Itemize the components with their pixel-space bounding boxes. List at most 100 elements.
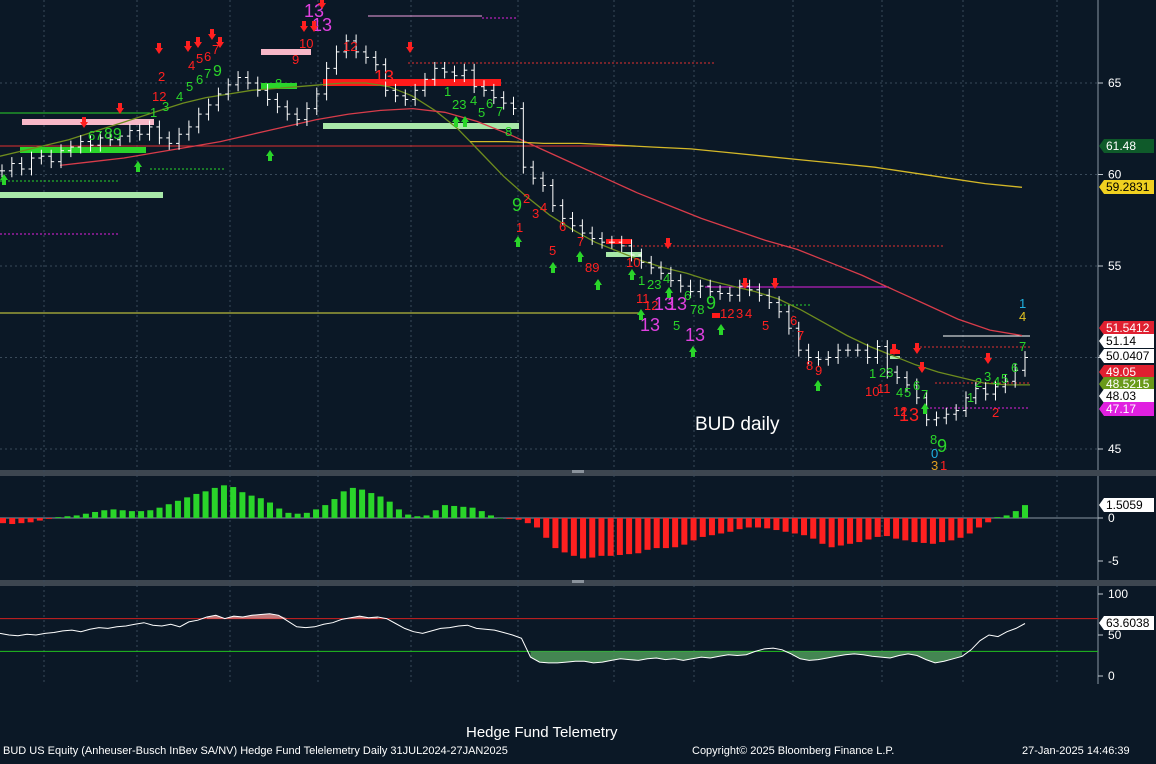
histogram-bar	[1012, 511, 1019, 518]
histogram-bar	[782, 518, 789, 532]
count-oct31-9: 9	[512, 195, 522, 215]
count-oct-5: 5	[478, 105, 485, 120]
histogram-bar	[64, 516, 71, 518]
count-nov-3: 3	[532, 206, 539, 221]
count-jan-3b: 3	[984, 369, 991, 384]
histogram-bar	[147, 510, 154, 518]
lightgreen-bar-aug	[0, 192, 163, 198]
green-bar-aug	[20, 147, 146, 153]
histogram-bar	[156, 507, 163, 518]
histogram-bar	[920, 518, 927, 543]
rsi-panel	[0, 586, 1098, 684]
price-tag-label: 48.03	[1106, 389, 1136, 403]
histogram-bar	[248, 495, 255, 518]
histogram-bar	[1003, 515, 1010, 518]
histogram-bar	[837, 518, 844, 546]
count-dec-9: 9	[815, 363, 822, 378]
count-jan-4b: 4	[993, 374, 1000, 389]
count-jan-13: 13	[899, 405, 919, 425]
histogram-bar	[745, 518, 752, 528]
count-jan-3: 3	[931, 458, 938, 473]
histogram-bar	[423, 515, 430, 518]
histogram-bar	[764, 518, 771, 529]
count-jan-4c: 4	[1019, 309, 1026, 324]
histogram-bar	[349, 487, 356, 518]
timestamp-text: 27-Jan-2025 14:46:39	[1022, 745, 1130, 757]
count-jan-1r: 1	[940, 458, 947, 473]
histogram-bar	[9, 518, 16, 525]
count-oct-1: 1	[444, 84, 451, 99]
histogram-bar	[819, 518, 826, 544]
histogram-bar	[386, 501, 393, 518]
histogram-bar	[184, 497, 191, 518]
histogram-bar	[257, 498, 264, 518]
count-nov-6: 6	[559, 219, 566, 234]
count-jan-6b: 6	[1011, 360, 1018, 375]
count-jan-2b: 2	[975, 375, 982, 390]
y-tick-label: 55	[1108, 259, 1122, 273]
panel-title: Hedge Fund Telemetry	[466, 724, 618, 741]
price-tag-label: 47.17	[1106, 402, 1136, 416]
count-oct-8: 8	[505, 124, 512, 139]
count-dec-3: 3	[736, 306, 743, 321]
histogram-bar	[552, 518, 559, 549]
price-tag-label: 51.14	[1106, 334, 1136, 348]
histogram-bar	[616, 518, 623, 555]
histogram-bar	[966, 518, 973, 534]
histogram-bar	[405, 514, 412, 518]
histogram-bar	[165, 504, 172, 518]
hist-tick-label: 0	[1108, 511, 1115, 525]
histogram-bar	[82, 513, 89, 518]
rsi-tick-label: 0	[1108, 669, 1115, 683]
histogram-bar	[524, 518, 531, 524]
histogram-bar	[487, 515, 494, 518]
histogram-bar	[626, 518, 633, 555]
count-dec-7: 7	[797, 328, 804, 343]
count-sep-8: 8	[275, 76, 282, 91]
histogram-bar	[267, 502, 274, 518]
count-r12b: 12	[343, 39, 357, 54]
histogram-bar	[690, 518, 697, 541]
histogram-bar	[313, 509, 320, 518]
histogram-bar	[939, 518, 946, 543]
count-nov-9g: 9	[706, 293, 716, 313]
separator-grip-1[interactable]	[572, 470, 584, 473]
count-nov-23g: 23	[647, 277, 661, 292]
count-r4: 4	[188, 58, 195, 73]
count-dec-12: 12	[720, 306, 734, 321]
histogram-bar	[662, 518, 669, 549]
histogram-bar	[359, 489, 366, 518]
histogram-bar	[727, 518, 734, 532]
count-oct-4: 4	[470, 93, 477, 108]
histogram-bar	[773, 518, 780, 531]
count-7: 7	[204, 66, 211, 81]
histogram-bar	[902, 518, 909, 541]
histogram-bar	[478, 511, 485, 518]
histogram-bar	[570, 518, 577, 556]
separator-grip-2[interactable]	[572, 580, 584, 583]
count-nov-4g: 4	[663, 271, 670, 286]
histogram-bar	[331, 499, 338, 518]
count-r9: 9	[292, 52, 299, 67]
count-jan-23g: 23	[879, 365, 893, 380]
red-bar-nov	[606, 239, 632, 244]
count-nov-13-a: 13	[640, 315, 660, 335]
count-nov-4: 4	[540, 200, 547, 215]
histogram-bar	[699, 518, 706, 537]
histogram-bar	[975, 518, 982, 528]
histogram-bar	[174, 500, 181, 518]
histogram-bar	[414, 516, 421, 518]
histogram-bar	[101, 510, 108, 518]
histogram-bar	[883, 518, 890, 537]
histogram-bar	[801, 518, 808, 536]
count-jan-7g: 7	[921, 387, 928, 402]
histogram-bar	[791, 518, 798, 534]
count-nov-13-d: 13	[685, 325, 705, 345]
count-dec-8: 8	[806, 358, 813, 373]
y-tick-label: 65	[1108, 76, 1122, 90]
histogram-bar	[395, 509, 402, 518]
histogram-bar	[285, 512, 292, 518]
histogram-bar	[929, 518, 936, 544]
histogram-bar	[644, 518, 651, 550]
count-jan-7b: 7	[1019, 339, 1026, 354]
